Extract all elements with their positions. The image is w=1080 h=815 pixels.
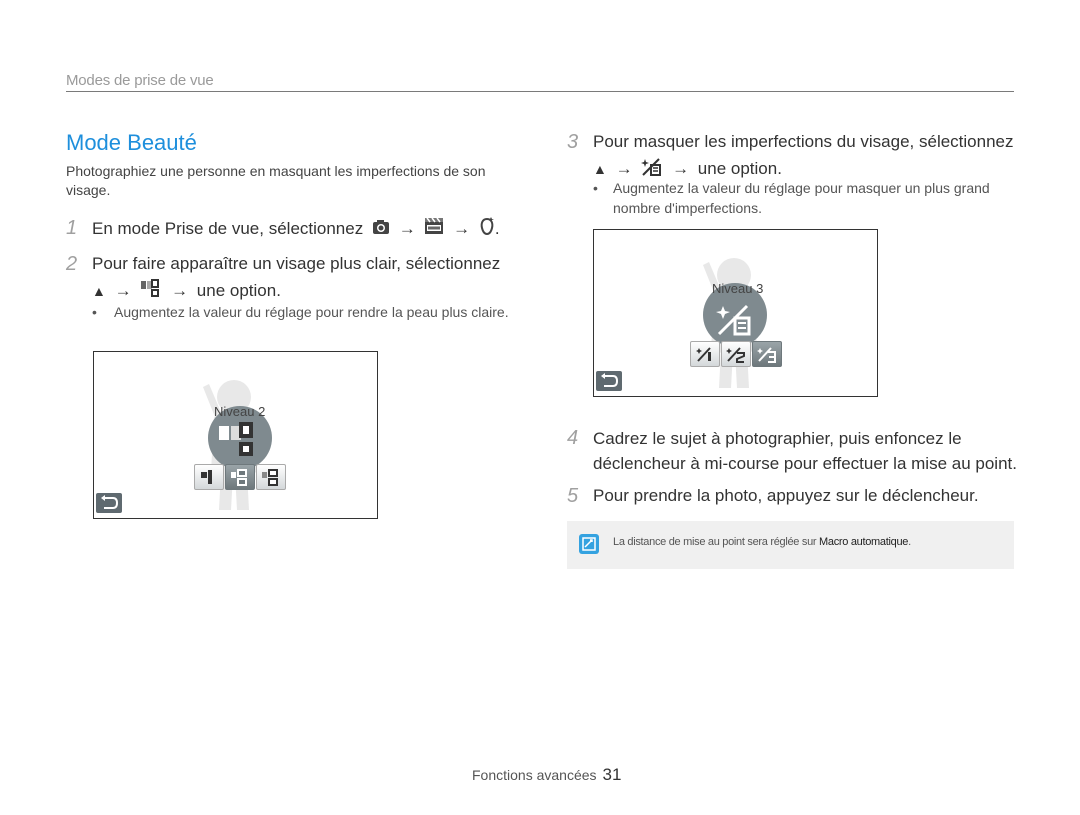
note-text-after: .	[908, 536, 911, 548]
step-text: Pour masquer les imperfections du visage…	[593, 132, 1014, 151]
beauty-face-icon	[479, 216, 495, 243]
level-2-option[interactable]	[225, 464, 255, 490]
face-tone-icon	[140, 278, 162, 305]
arrow-icon: →	[672, 158, 690, 178]
face-retouch-level-icon	[716, 304, 751, 336]
footer-label: Fonctions avancées	[472, 767, 597, 783]
face-retouch-1-icon	[696, 347, 711, 362]
page-number: 31	[602, 765, 622, 784]
arrow-icon: →	[398, 218, 416, 238]
bullet-text: Augmentez la valeur du réglage pour rend…	[114, 304, 509, 320]
page-footer: Fonctions avancées 31	[472, 765, 621, 785]
note-text-before: La distance de mise au point sera réglée…	[613, 536, 817, 548]
step-tail: .	[494, 218, 500, 238]
page-title: Mode Beauté	[66, 130, 197, 155]
step-5: 5 Pour prendre la photo, appuyez sur le …	[567, 484, 979, 508]
step-3-bullet: • Augmentez la valeur du réglage pour ma…	[593, 178, 1033, 218]
section-title: Modes de prise de vue	[66, 72, 214, 89]
level-label: Niveau 3	[712, 281, 764, 296]
step-text: En mode Prise de vue, sélectionnez	[92, 218, 364, 238]
note-highlight: Macro automatique	[819, 536, 909, 548]
step-tail: une option.	[697, 158, 782, 178]
step-2: 2 Pour faire apparaître un visage plus c…	[66, 252, 501, 276]
arrow-icon: →	[615, 158, 633, 178]
step-3: 3 Pour masquer les imperfections du visa…	[567, 130, 1014, 154]
face-retouch-2-icon	[726, 347, 745, 363]
level-3-option[interactable]	[256, 464, 286, 490]
back-icon	[601, 373, 619, 387]
level-3-option[interactable]	[752, 341, 782, 367]
bullet-dot: •	[593, 180, 598, 196]
face-retouch-3-icon	[757, 347, 776, 363]
step-2-line-2: ▲ → → une option.	[92, 278, 281, 305]
level-1-option[interactable]	[690, 341, 720, 367]
step-tail: une option.	[196, 280, 281, 300]
step-text: Pour prendre la photo, appuyez sur le dé…	[593, 486, 979, 505]
step-text: Pour faire apparaître un visage plus cla…	[92, 254, 501, 273]
arrow-icon: →	[114, 280, 132, 300]
back-button[interactable]	[596, 371, 622, 391]
face-tone-1-icon	[201, 470, 212, 484]
camera-icon	[372, 218, 390, 242]
note-icon	[579, 534, 599, 554]
level-2-option[interactable]	[721, 341, 751, 367]
step-number: 4	[567, 427, 579, 449]
back-button[interactable]	[96, 493, 122, 513]
step-number: 1	[66, 217, 78, 239]
level-1-option[interactable]	[194, 464, 224, 490]
face-tone-2-icon	[231, 469, 247, 486]
step-1: 1 En mode Prise de vue, sélectionnez → →…	[66, 216, 500, 243]
step-number: 3	[567, 131, 579, 153]
bullet-text: Augmentez la valeur du réglage pour masq…	[613, 180, 990, 216]
up-arrow-icon: ▲	[92, 282, 106, 299]
camera-screen-1: Niveau 2	[93, 351, 378, 519]
step-text: Cadrez le sujet à photographier, puis en…	[593, 429, 1017, 473]
note-box: La distance de mise au point sera réglée…	[567, 521, 1014, 569]
arrow-icon: →	[171, 280, 189, 300]
step-number: 5	[567, 485, 579, 507]
note-text: La distance de mise au point sera réglée…	[613, 536, 911, 548]
back-icon	[101, 495, 119, 509]
scene-icon	[424, 217, 444, 242]
intro-text: Photographiez une personne en masquant l…	[66, 163, 486, 198]
camera-screen-2: Niveau 3	[593, 229, 878, 397]
arrow-icon: →	[453, 218, 471, 238]
face-tone-level-icon	[219, 422, 253, 456]
step-number: 2	[66, 253, 78, 275]
up-arrow-icon: ▲	[593, 160, 607, 177]
face-tone-3-icon	[262, 469, 278, 486]
level-label: Niveau 2	[214, 404, 266, 419]
step-4: 4 Cadrez le sujet à photographier, puis …	[567, 426, 1018, 476]
step-2-bullet: • Augmentez la valeur du réglage pour re…	[92, 302, 524, 322]
bullet-dot: •	[92, 304, 97, 320]
header-rule	[66, 91, 1014, 92]
